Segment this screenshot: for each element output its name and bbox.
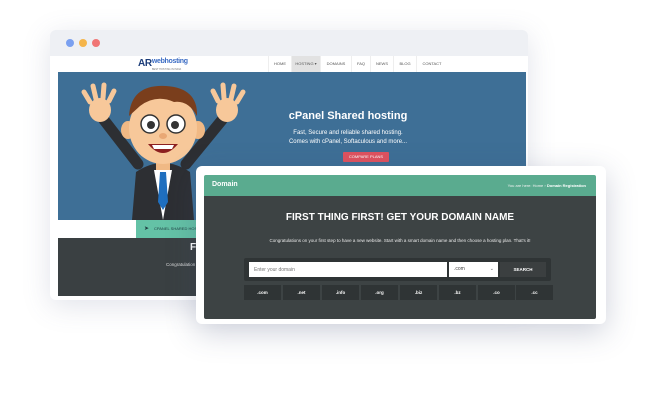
logo-subtext: webhosting xyxy=(151,58,188,65)
tld-chip-bz[interactable]: .bz xyxy=(439,285,476,300)
breadcrumb-home-link[interactable]: Home xyxy=(533,183,544,188)
section-text-partial: Congratulation xyxy=(166,262,196,267)
tld-select[interactable]: .com ⌄ xyxy=(449,262,498,277)
tld-chip-com[interactable]: .com xyxy=(244,285,281,300)
domain-search-section: FIRST THING FIRST! GET YOUR DOMAIN NAME … xyxy=(204,196,596,319)
chevron-down-icon: ⌄ xyxy=(489,266,494,272)
breadcrumb: You are here: Home › Domain Registration xyxy=(508,183,586,188)
tld-chip-co[interactable]: .co xyxy=(478,285,515,300)
domain-search-form: .com ⌄ SEARCH xyxy=(244,258,551,281)
breadcrumb-prefix: You are here: xyxy=(507,183,532,188)
hero-subtitle-line: Fast, Secure and reliable shared hosting… xyxy=(293,130,403,136)
cpanel-hosting-tab-label: CPANEL SHARED HOSTI xyxy=(154,226,201,231)
breadcrumb-current: Domain Registration xyxy=(546,183,586,188)
page-header: Domain You are here: Home › Domain Regis… xyxy=(204,175,596,196)
nav-item-hosting[interactable]: HOSTING ▾ xyxy=(291,56,320,72)
logo-tagline: BEST HOSTING IN INDIA xyxy=(152,68,182,71)
browser-title-bar xyxy=(50,30,528,56)
tld-chip-org[interactable]: .org xyxy=(361,285,398,300)
window-dot-red-icon xyxy=(92,39,100,47)
search-button[interactable]: SEARCH xyxy=(500,262,546,277)
window-dot-blue-icon xyxy=(66,39,74,47)
section-intro: Congratulations on your first step to ha… xyxy=(269,238,531,243)
tld-select-value: .com xyxy=(454,266,465,272)
tld-list: .com .net .info .org .biz .bz .co .cc xyxy=(244,285,553,301)
top-navigation: ARwebhosting BEST HOSTING IN INDIA HOME … xyxy=(58,56,526,73)
tld-chip-info[interactable]: .info xyxy=(322,285,359,300)
front-browser-window: Domain You are here: Home › Domain Regis… xyxy=(196,166,606,324)
compare-plans-button[interactable]: COMPARE PLANS xyxy=(343,152,389,162)
page-title: Domain xyxy=(212,181,238,188)
breadcrumb-separator-icon: › xyxy=(544,183,546,188)
nav-item-faq[interactable]: FAQ xyxy=(351,56,370,72)
nav-item-domains[interactable]: DOMAINS xyxy=(320,56,351,72)
nav-item-blog[interactable]: BLOG xyxy=(393,56,416,72)
section-heading: FIRST THING FIRST! GET YOUR DOMAIN NAME xyxy=(285,212,515,223)
paper-plane-icon: ➤ xyxy=(144,226,150,232)
nav-item-contact[interactable]: CONTACT xyxy=(416,56,447,72)
nav-item-news[interactable]: NEWS xyxy=(370,56,393,72)
tld-chip-biz[interactable]: .biz xyxy=(400,285,437,300)
domain-registration-page: Domain You are here: Home › Domain Regis… xyxy=(204,175,596,319)
logo-text: AR xyxy=(138,58,152,69)
hero-subtitle: Fast, Secure and reliable shared hosting… xyxy=(258,129,438,147)
tld-chip-cc[interactable]: .cc xyxy=(516,285,553,300)
tld-chip-net[interactable]: .net xyxy=(283,285,320,300)
nav-item-home[interactable]: HOME xyxy=(268,56,291,72)
domain-search-input[interactable] xyxy=(249,262,447,277)
hero-subtitle-line: Comes with cPanel, Softaculous and more.… xyxy=(288,139,408,145)
window-dot-yellow-icon xyxy=(79,39,87,47)
hero-title: cPanel Shared hosting xyxy=(288,110,408,122)
